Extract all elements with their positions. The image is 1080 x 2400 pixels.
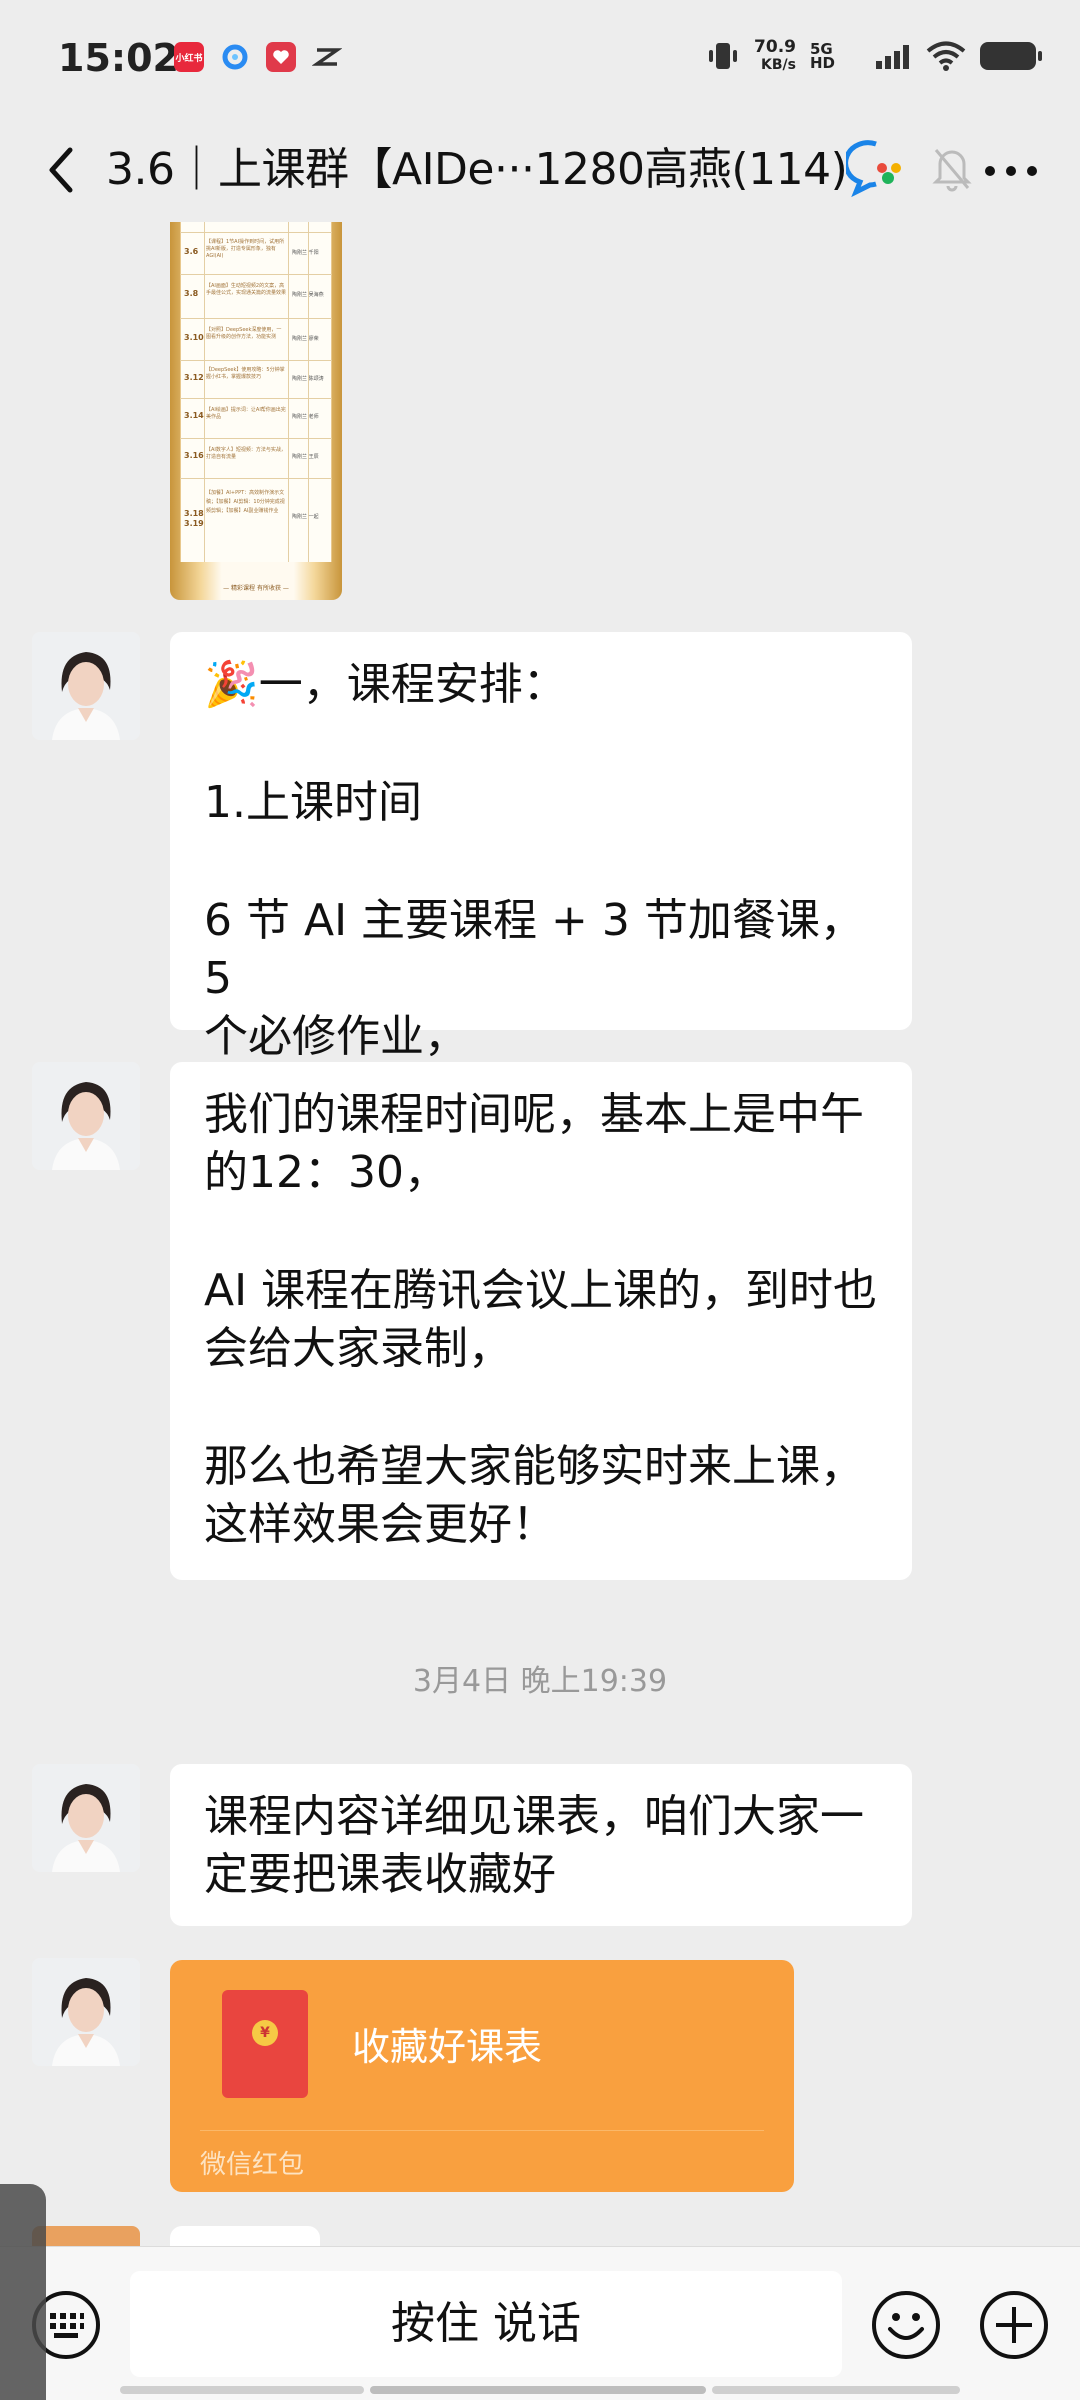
message-bubble[interactable]: 我们的课程时间呢，基本上是中午 的12：30， AI 课程在腾讯会议上课的，到时…	[170, 1062, 912, 1580]
coin-icon: ¥	[252, 2020, 278, 2046]
group-logo-icon[interactable]	[843, 138, 906, 198]
message-paragraph: 我们的课程时间呢，基本上是中午 的12：30，	[204, 1089, 864, 1198]
message-paragraph: 🎉一，课程安排：	[204, 659, 567, 710]
chevron-left-icon	[49, 147, 73, 193]
qq-browser-icon	[220, 42, 250, 72]
schedule-row: 3.8 【AI画面】生动短视频2的文案，高手最佳公式，实现通关篇的流量效果 陶刚…	[180, 274, 332, 318]
message-paragraph: 那么也希望大家能够实时来上课， 这样效果会更好！	[204, 1441, 864, 1550]
more-functions-button[interactable]	[978, 2289, 1050, 2361]
schedule-row: 3.14 【AI绘画】提示词：让AI帮你画出完美作品 陶刚兰 老师	[180, 398, 332, 438]
hold-to-talk-button[interactable]: 按住 说话	[130, 2271, 842, 2377]
avatar[interactable]	[32, 2226, 140, 2246]
wechat-group-chat-screen: 15:02 小红书 70.9 KB/s 5G HD 3.6｜上课群【AIDe··…	[0, 0, 1080, 2400]
battery-icon	[980, 42, 1042, 70]
schedule-row: 3.10 【对照】DeepSeek深度使用，一图看升级的创作方法，功能实测 陶刚…	[180, 318, 332, 360]
chat-title-bar: 3.6｜上课群【AIDe···1280高燕(114)	[0, 120, 1080, 220]
teacher-avatar-image	[32, 1764, 140, 1872]
teacher-avatar-image	[32, 1958, 140, 2066]
avatar[interactable]	[32, 1764, 140, 1872]
message-paragraph: 课程内容详细见课表，咱们大家一 定要把课表收藏好	[204, 1791, 864, 1900]
status-time: 15:02	[58, 36, 179, 80]
red-envelope-icon: ¥	[222, 1990, 308, 2098]
smiley-icon	[872, 2291, 940, 2359]
red-packet-message[interactable]: ¥ 收藏好课表 微信红包	[170, 1960, 794, 2192]
more-options-button[interactable]	[976, 156, 1046, 186]
more-dots-icon	[985, 166, 1037, 176]
scroll-indicator	[120, 2386, 364, 2394]
schedule-row: 3.6 【课程】1节AI操作到时间，试用所挑AI新版，打造专属形象，独有AGI(…	[180, 232, 332, 274]
avatar[interactable]	[32, 632, 140, 740]
message-paragraph: 6 节 AI 主要课程 + 3 节加餐课，5 个必修作业，	[204, 895, 864, 1062]
notification-app-icons: 小红书	[174, 42, 342, 72]
side-edge-handle[interactable]	[0, 2184, 46, 2400]
message-bubble[interactable]: 课程内容详细见课表，咱们大家一 定要把课表收藏好	[170, 1764, 912, 1926]
chat-timestamp: 3月4日 晚上19:39	[412, 1664, 668, 1699]
schedule-row: 3.18 3.19 【加餐】AI+PPT：高效制作演示文稿；【加餐】AI剪辑：1…	[180, 478, 332, 562]
avatar[interactable]	[32, 1062, 140, 1170]
signal-icon	[876, 45, 909, 69]
status-bar: 15:02 小红书 70.9 KB/s 5G HD	[0, 0, 1080, 120]
schedule-row: 3.12 【DeepSeek】使用攻略：5分钟掌握小红书，掌握爆款技巧 陶刚兰 …	[180, 360, 332, 398]
message-bubble[interactable]: 🎉一，课程安排： 1.上课时间 6 节 AI 主要课程 + 3 节加餐课，5 个…	[170, 632, 912, 1062]
red-packet-title: 收藏好课表	[352, 2025, 543, 2069]
message-paragraph: 1.上课时间	[204, 777, 422, 828]
vibrate-icon	[709, 43, 738, 69]
red-packet-divider	[200, 2130, 764, 2131]
schedule-row: 3.16 【AI数字人】短视频：方法与实战，打造自有流量 陶刚兰 王辰	[180, 438, 332, 478]
mute-bell-icon	[932, 144, 972, 194]
schedule-image[interactable]: 3.6 【课程】1节AI操作到时间，试用所挑AI新版，打造专属形象，独有AGI(…	[170, 222, 342, 600]
status-indicators: 70.9 KB/s 5G HD	[706, 37, 1042, 74]
emoji-button[interactable]	[870, 2289, 942, 2361]
wifi-icon	[926, 41, 966, 71]
cut-app-icon	[312, 42, 342, 72]
teacher-avatar-image	[32, 632, 140, 740]
red-packet-footer: 微信红包	[200, 2150, 305, 2180]
plus-icon	[980, 2291, 1048, 2359]
message-bubble[interactable]	[170, 2226, 320, 2246]
back-button[interactable]	[38, 140, 86, 200]
chat-title[interactable]: 3.6｜上课群【AIDe···1280高燕(114)	[106, 134, 846, 206]
schedule-footer: — 精彩课程 有所收获 —	[223, 585, 289, 592]
avatar[interactable]	[32, 1958, 140, 2066]
network-type-label: 5G HD	[810, 40, 836, 72]
scroll-indicator	[712, 2386, 960, 2394]
message-paragraph: AI 课程在腾讯会议上课的，到时也 会给大家录制，	[204, 1265, 878, 1374]
chat-input-bar: 按住 说话	[0, 2246, 1080, 2400]
teacher-avatar-image	[32, 1062, 140, 1170]
xiaohongshu-icon: 小红书	[174, 42, 204, 72]
net-speed: 70.9 KB/s	[754, 37, 796, 73]
love-app-icon	[266, 42, 296, 72]
scroll-indicator	[370, 2386, 706, 2394]
